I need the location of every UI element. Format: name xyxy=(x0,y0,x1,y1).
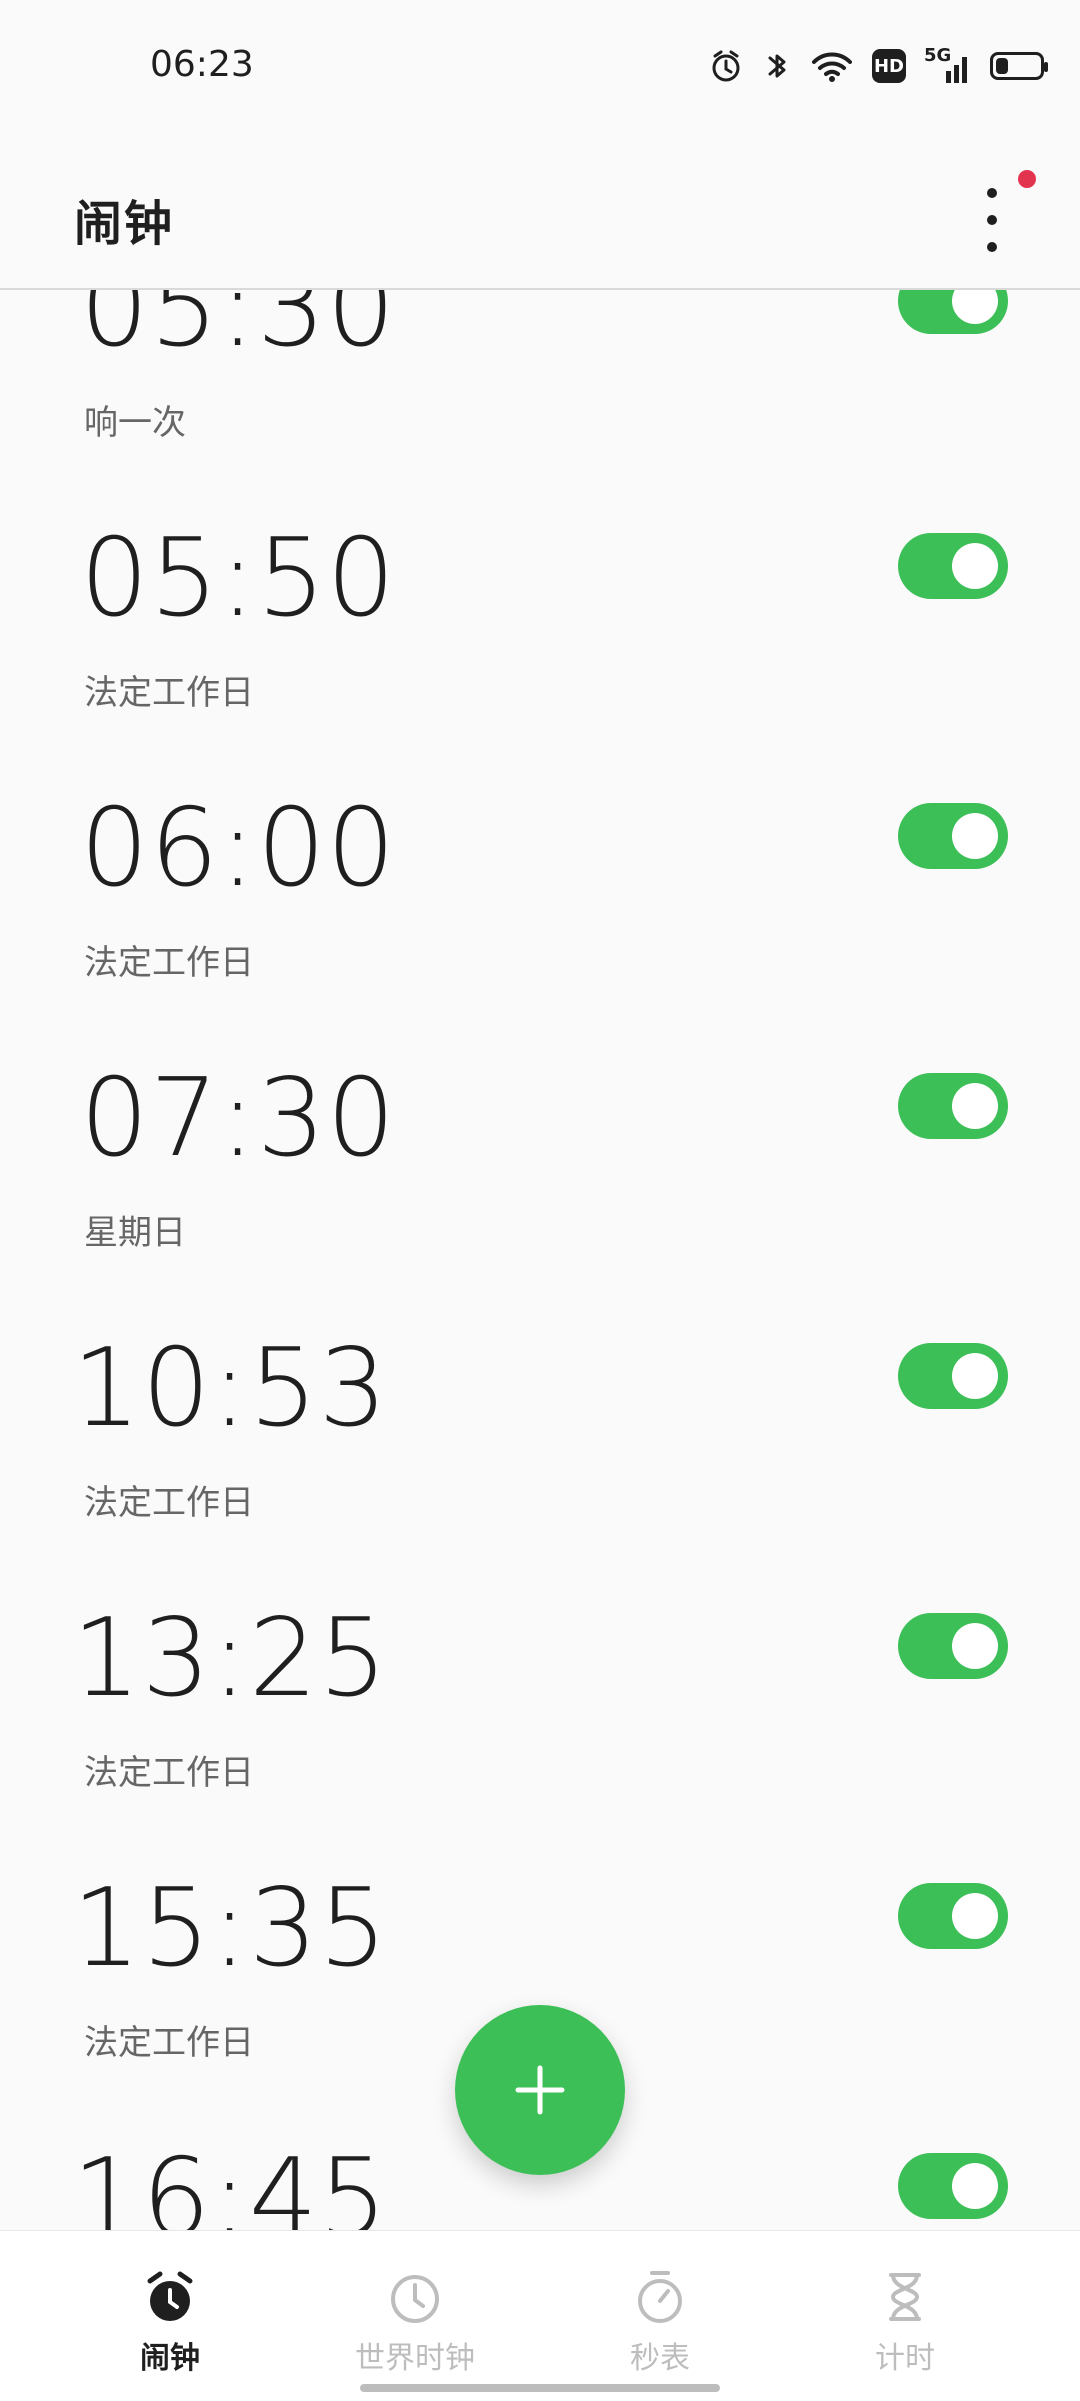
status-time: 06:23 xyxy=(150,44,254,85)
alarm-toggle[interactable] xyxy=(898,290,1008,334)
tab-alarm[interactable]: 闹钟 xyxy=(70,2267,270,2377)
tab-label: 计时 xyxy=(875,2341,935,2376)
alarm-item[interactable]: 05:30 响一次 xyxy=(0,290,1080,485)
alarm-time: 16:45 xyxy=(72,2136,389,2231)
tab-stopwatch[interactable]: 秒表 xyxy=(560,2267,760,2377)
alarm-toggle[interactable] xyxy=(898,1883,1008,1949)
page-title: 闹钟 xyxy=(74,196,175,252)
tab-world-clock[interactable]: 世界时钟 xyxy=(315,2267,515,2377)
toggle-knob xyxy=(952,290,998,324)
wifi-icon xyxy=(810,48,854,84)
toggle-knob xyxy=(952,1083,998,1129)
alarm-toggle[interactable] xyxy=(898,803,1008,869)
alarm-toggle[interactable] xyxy=(898,2153,1008,2219)
alarm-clock-icon xyxy=(147,2271,193,2321)
stopwatch-icon xyxy=(638,2271,682,2323)
alarm-toggle[interactable] xyxy=(898,1073,1008,1139)
alarm-toggle[interactable] xyxy=(898,1343,1008,1409)
alarm-time: 07:30 xyxy=(80,1056,397,1181)
alarm-label: 法定工作日 xyxy=(84,1753,254,1793)
toggle-knob xyxy=(952,1353,998,1399)
bottom-navigation: 闹钟 世界时钟 秒表 计时 xyxy=(0,2230,1080,2401)
alarm-time: 06:00 xyxy=(80,786,397,911)
alarm-time: 05:30 xyxy=(80,290,397,371)
alarm-time: 10:53 xyxy=(72,1326,389,1451)
status-icons: HD 5G xyxy=(708,44,1048,88)
toggle-knob xyxy=(952,543,998,589)
battery-icon xyxy=(990,52,1048,80)
alarm-item[interactable]: 13:25 法定工作日 xyxy=(0,1595,1080,1835)
toggle-knob xyxy=(952,2163,998,2209)
alarm-list: 05:30 响一次 05:50 法定工作日 06:00 法定工作日 07:30 … xyxy=(0,290,1080,2230)
alarm-icon xyxy=(708,48,744,84)
toggle-knob xyxy=(952,1623,998,1669)
alarm-time: 05:50 xyxy=(80,516,397,641)
world-clock-icon xyxy=(391,2275,439,2323)
alarm-item[interactable]: 10:53 法定工作日 xyxy=(0,1325,1080,1565)
alarm-label: 法定工作日 xyxy=(84,673,254,713)
alarm-label: 法定工作日 xyxy=(84,2023,254,2063)
alarm-time: 15:35 xyxy=(72,1866,389,1991)
notification-dot xyxy=(1018,170,1036,188)
alarm-label: 法定工作日 xyxy=(84,1483,254,1523)
alarm-toggle[interactable] xyxy=(898,533,1008,599)
app-header: 闹钟 xyxy=(0,120,1080,290)
bluetooth-icon xyxy=(762,48,792,84)
add-alarm-button[interactable] xyxy=(455,2005,625,2175)
tab-timer[interactable]: 计时 xyxy=(805,2267,1005,2377)
alarm-item[interactable]: 06:00 法定工作日 xyxy=(0,785,1080,1025)
tab-label: 闹钟 xyxy=(140,2341,200,2376)
battery-level xyxy=(996,58,1008,74)
5g-signal-icon: 5G xyxy=(924,45,972,85)
alarm-time: 13:25 xyxy=(72,1596,389,1721)
add-icon xyxy=(515,2065,565,2115)
alarm-label: 法定工作日 xyxy=(84,943,254,983)
home-indicator[interactable] xyxy=(360,2384,720,2392)
alarm-item[interactable]: 05:50 法定工作日 xyxy=(0,515,1080,755)
alarm-label: 响一次 xyxy=(84,403,186,443)
more-vertical-icon xyxy=(987,188,997,198)
hd-icon: HD xyxy=(872,49,906,83)
more-vertical-icon xyxy=(987,242,997,252)
more-vertical-icon xyxy=(987,215,997,225)
more-options-button[interactable] xyxy=(968,188,1016,252)
tab-label: 世界时钟 xyxy=(355,2341,475,2376)
tab-label: 秒表 xyxy=(630,2341,690,2376)
alarm-item[interactable]: 07:30 星期日 xyxy=(0,1055,1080,1295)
status-bar: 06:23 HD 5G xyxy=(0,0,1080,120)
toggle-knob xyxy=(952,813,998,859)
hourglass-icon xyxy=(889,2273,921,2321)
alarm-toggle[interactable] xyxy=(898,1613,1008,1679)
toggle-knob xyxy=(952,1893,998,1939)
alarm-label: 星期日 xyxy=(84,1213,186,1253)
